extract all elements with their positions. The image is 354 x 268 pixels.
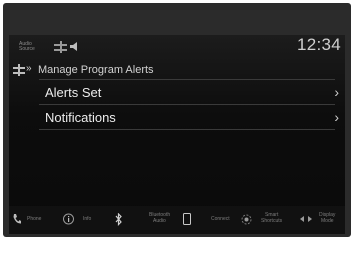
phone-button[interactable]: Phone <box>11 212 57 228</box>
signal-icon <box>54 41 67 53</box>
smart-shortcuts-icon <box>241 214 252 225</box>
connect-label: Connect <box>211 216 230 222</box>
list-item-label: Notifications <box>45 110 116 125</box>
bluetooth-icon <box>115 213 122 226</box>
settings-menu-icon[interactable] <box>13 64 25 76</box>
page-title: Manage Program Alerts <box>38 64 154 76</box>
bluetooth-label-line2: Audio <box>153 218 166 224</box>
display-mode-icon <box>300 216 312 222</box>
phone-label: Phone <box>27 216 42 222</box>
chevron-right-icon: › <box>334 109 339 125</box>
smartphone-icon <box>183 213 191 225</box>
speaker-icon <box>70 42 77 51</box>
divider <box>39 129 335 130</box>
display-mode-button[interactable]: Display Mode <box>299 212 345 228</box>
info-label: Info <box>83 216 92 222</box>
clock: 12:34 <box>296 35 341 54</box>
list-item-notifications[interactable]: Notifications › <box>9 105 345 129</box>
chevron-right-icon: › <box>334 84 339 100</box>
status-bar: Audio Source 12:34 <box>9 35 345 57</box>
page-header: » Manage Program Alerts <box>9 59 345 79</box>
list-item-label: Alerts Set <box>45 85 102 100</box>
bluetooth-audio-button[interactable]: Bluetooth Audio <box>113 212 173 228</box>
display-mode-label-line2: Mode <box>321 218 334 224</box>
bottom-bar: Phone Info Bluetooth Audio Connect Smart… <box>9 206 345 234</box>
phone-icon <box>13 214 21 224</box>
list-item-alerts-set[interactable]: Alerts Set › <box>9 80 345 104</box>
breadcrumb-separator: » <box>26 63 32 74</box>
connect-button[interactable]: Connect <box>177 212 235 228</box>
display-screen: Audio Source 12:34 » Manage Program Aler… <box>9 35 345 234</box>
audio-source-label-line2[interactable]: Source <box>19 47 35 52</box>
info-icon <box>63 213 74 225</box>
info-button[interactable]: Info <box>59 212 111 228</box>
smart-shortcuts-label-line2: Shortcuts <box>261 218 283 224</box>
smart-shortcuts-button[interactable]: Smart Shortcuts <box>239 212 297 228</box>
